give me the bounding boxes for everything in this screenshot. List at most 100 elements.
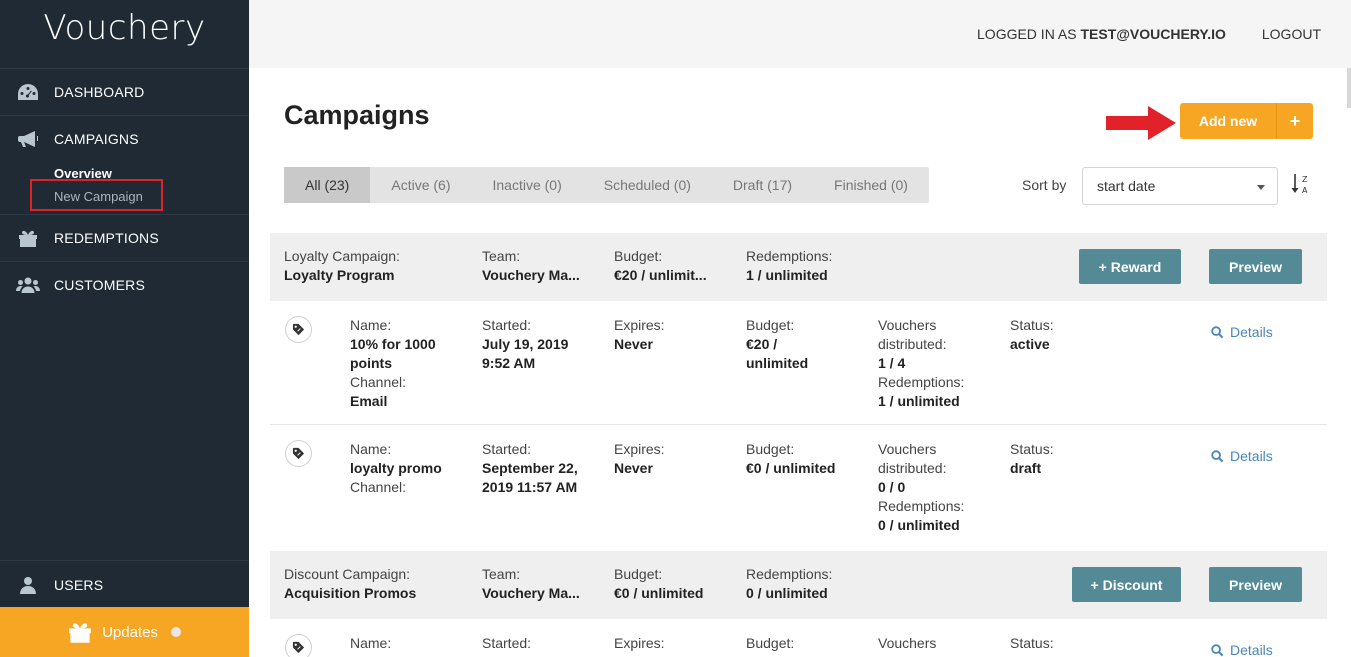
campaign-row: Discount Campaign: Acquisition Promos Te… [270, 551, 1327, 619]
add-discount-button[interactable]: + Discount [1072, 567, 1181, 602]
tab-inactive[interactable]: Inactive (0) [471, 167, 582, 203]
sidebar-item-label: DASHBOARD [54, 84, 145, 100]
status-value: draft [1010, 460, 1042, 476]
add-new-button[interactable]: Add new + [1180, 103, 1313, 139]
started-time: 2019 11:57 AM [482, 479, 578, 495]
budget-label: Budget: [614, 248, 663, 264]
vouchers-distributed: 1 / 4 [878, 355, 906, 371]
megaphone-icon [16, 129, 40, 149]
redemptions-label: Redemptions: [746, 248, 833, 264]
tag-icon [285, 316, 312, 343]
details-link[interactable]: Details [1211, 324, 1273, 340]
budget-label: Budget: [746, 635, 795, 651]
campaign-name[interactable]: Acquisition Promos [284, 584, 474, 603]
status-label: Status: [1010, 635, 1054, 651]
started-label: Started: [482, 317, 532, 333]
campaign-name[interactable]: Loyalty Program [284, 266, 474, 285]
sidebar-item-label: CAMPAIGNS [54, 131, 139, 147]
name-label: Name: [350, 441, 392, 457]
expires-label: Expires: [614, 635, 665, 651]
logged-in-user: TEST@VOUCHERY.IO [1080, 26, 1226, 42]
reward-name: loyalty promo [350, 460, 442, 476]
add-new-label: Add new [1198, 113, 1258, 129]
svg-text:Z: Z [1302, 175, 1308, 184]
campaign-redemptions: 0 / unlimited [746, 585, 828, 601]
details-link[interactable]: Details [1211, 448, 1273, 464]
reward-redemptions: 1 / unlimited [878, 393, 960, 409]
campaign-row: Loyalty Campaign: Loyalty Program Team: … [270, 233, 1327, 301]
expires-label: Expires: [614, 441, 665, 457]
add-reward-button[interactable]: + Reward [1079, 249, 1181, 284]
campaign-redemptions: 1 / unlimited [746, 267, 828, 283]
distributed-label: distributed: [878, 460, 947, 476]
name-label: Name: [350, 635, 392, 651]
budget-label: Budget: [614, 566, 663, 582]
campaign-team: Vouchery Ma... [482, 267, 580, 283]
user-icon [16, 575, 40, 595]
svg-text:A: A [1302, 186, 1308, 195]
sort-label: Sort by [1022, 177, 1067, 193]
channel-label: Channel: [350, 374, 407, 390]
channel-label: Channel: [350, 479, 407, 495]
scrollbar[interactable] [1347, 68, 1351, 108]
top-bar: LOGGED IN AS TEST@VOUCHERY.IO LOGOUT [249, 0, 1351, 68]
distributed-label: distributed: [878, 336, 947, 352]
tab-all[interactable]: All (23) [284, 167, 371, 203]
status-label: Status: [1010, 317, 1054, 333]
redemptions-label: Redemptions: [878, 498, 965, 514]
expires-label: Expires: [614, 317, 665, 333]
reward-channel: Email [350, 393, 388, 409]
sidebar-item-label: USERS [54, 576, 104, 593]
details-link[interactable]: Details [1211, 642, 1273, 657]
sidebar-item-redemptions[interactable]: REDEMPTIONS [0, 214, 249, 261]
reward-redemptions: 0 / unlimited [878, 517, 960, 533]
main-content: Campaigns Add new + All (23) Active (6) … [249, 68, 1351, 657]
logo-text: Vouchery [43, 8, 206, 48]
tab-finished[interactable]: Finished (0) [813, 167, 929, 203]
sort-select[interactable]: start date [1082, 167, 1278, 205]
sort-select-value: start date [1097, 178, 1156, 194]
sidebar-item-label: REDEMPTIONS [54, 230, 159, 246]
sidebar: Vouchery DASHBOARD CAMPAIGNS Overview Ne… [0, 0, 249, 657]
campaign-type: Discount Campaign: [284, 566, 411, 582]
details-label: Details [1230, 642, 1273, 657]
logout-link[interactable]: LOGOUT [1262, 26, 1321, 42]
search-icon [1211, 643, 1224, 656]
sidebar-item-users[interactable]: USERS [0, 561, 249, 608]
sidebar-item-customers[interactable]: CUSTOMERS [0, 261, 249, 308]
name-label: Name: [350, 317, 392, 333]
red-arrow-annotation [1106, 106, 1176, 140]
campaign-budget: €0 / unlimited [614, 585, 704, 601]
reward-name: 10% for 1000 [350, 336, 436, 352]
tag-icon [285, 634, 312, 657]
sidebar-item-campaigns[interactable]: CAMPAIGNS [0, 115, 249, 162]
tag-icon [285, 440, 312, 467]
sort-direction-icon[interactable]: Z A [1290, 172, 1312, 198]
team-label: Team: [482, 566, 521, 582]
campaign-type: Loyalty Campaign: [284, 248, 400, 264]
details-label: Details [1230, 448, 1273, 464]
details-label: Details [1230, 324, 1273, 340]
team-label: Team: [482, 248, 521, 264]
started-date: July 19, 2019 [482, 336, 569, 352]
expires-value: Never [614, 336, 653, 352]
chevron-down-icon [1257, 185, 1265, 190]
sidebar-item-dashboard[interactable]: DASHBOARD [0, 68, 249, 115]
tab-scheduled[interactable]: Scheduled (0) [583, 167, 712, 203]
gift-icon [16, 228, 40, 248]
dashboard-icon [16, 82, 40, 102]
logo[interactable]: Vouchery [0, 0, 249, 68]
tab-draft[interactable]: Draft (17) [712, 167, 813, 203]
preview-button[interactable]: Preview [1209, 249, 1302, 284]
preview-button[interactable]: Preview [1209, 567, 1302, 602]
tab-active[interactable]: Active (6) [370, 167, 471, 203]
started-label: Started: [482, 441, 532, 457]
reward-name-cont: points [350, 355, 392, 371]
reward-budget-cont: unlimited [746, 355, 809, 371]
updates-button[interactable]: Updates [0, 607, 249, 657]
vouchers-label: Vouchers [878, 635, 937, 651]
redemptions-label: Redemptions: [878, 374, 965, 390]
budget-label: Budget: [746, 441, 795, 457]
status-tabs: All (23) Active (6) Inactive (0) Schedul… [284, 167, 929, 203]
gift-icon [68, 621, 92, 643]
